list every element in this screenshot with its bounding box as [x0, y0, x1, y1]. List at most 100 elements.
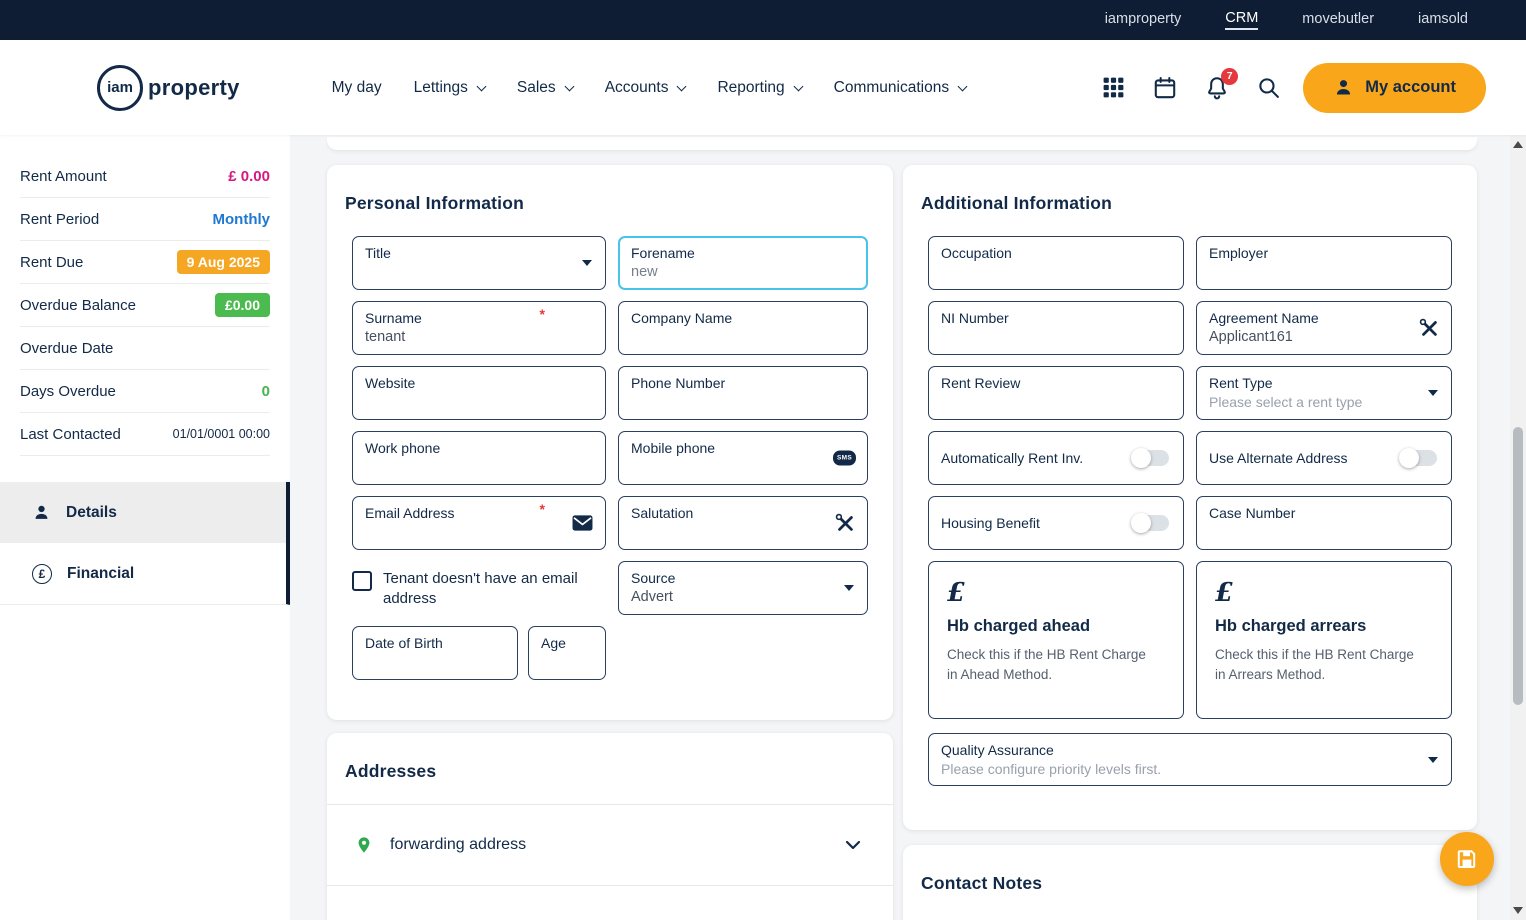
nav-reporting[interactable]: Reporting	[717, 79, 804, 97]
stat-label: Overdue Balance	[20, 296, 136, 314]
occupation-field[interactable]: Occupation	[928, 236, 1184, 290]
envelope-icon	[571, 514, 594, 533]
auto-rent-invoice-toggle[interactable]	[1131, 448, 1169, 468]
toggle-knob	[1131, 448, 1151, 468]
nav-communications[interactable]: Communications	[833, 78, 968, 97]
toggle-knob	[1131, 513, 1151, 533]
chevron-down-icon	[564, 81, 575, 91]
dropdown-caret-icon	[844, 585, 854, 591]
sidebar-menu: Details £ Financial	[0, 482, 290, 605]
employer-field[interactable]: Employer	[1196, 236, 1452, 290]
page-scrollbar[interactable]	[1510, 135, 1526, 920]
field-label: Email Address	[365, 505, 455, 521]
field-label: Mobile phone	[631, 440, 716, 456]
field-label: Phone Number	[631, 375, 726, 391]
topbar-link-iamsold[interactable]: iamsold	[1418, 11, 1468, 29]
tools-icon	[834, 512, 856, 534]
work-phone-field[interactable]: Work phone	[352, 431, 606, 485]
use-alternate-address-toggle[interactable]	[1399, 448, 1437, 468]
stat-label: Last Contacted	[20, 425, 121, 443]
housing-benefit-toggle[interactable]	[1131, 513, 1169, 533]
calendar-icon[interactable]	[1152, 75, 1178, 101]
website-field[interactable]: Website	[352, 366, 606, 420]
hb-charged-ahead-card[interactable]: £ Hb charged ahead Check this if the HB …	[928, 561, 1184, 719]
pound-symbol: £	[947, 578, 966, 608]
chevron-down-icon	[793, 81, 804, 91]
topbar-link-crm[interactable]: CRM	[1225, 10, 1259, 30]
scrollbar-thumb[interactable]	[1513, 427, 1523, 705]
nav-accounts[interactable]: Accounts	[604, 78, 687, 97]
forename-value: new	[631, 264, 658, 280]
field-label: NI Number	[941, 310, 1009, 326]
scrollbar-down-arrow[interactable]	[1513, 907, 1523, 914]
location-pin-icon	[355, 834, 373, 856]
person-icon	[32, 503, 51, 522]
forwarding-address-row[interactable]: forwarding address	[327, 804, 893, 886]
my-account-label: My account	[1365, 78, 1456, 96]
additional-information-card: Additional Information Occupation Employ…	[903, 165, 1477, 830]
title-field[interactable]: Title	[352, 236, 606, 290]
sidebar-item-financial[interactable]: £ Financial	[0, 543, 286, 604]
rent-type-field[interactable]: Rent Type Please select a rent type	[1196, 366, 1452, 420]
field-label: Agreement Name	[1209, 310, 1319, 326]
pound-icon: £	[32, 563, 52, 584]
tools-icon	[1418, 317, 1440, 339]
no-email-checkbox[interactable]	[352, 571, 372, 591]
forename-field[interactable]: Forename new	[618, 236, 868, 290]
nav-sales[interactable]: Sales	[516, 78, 575, 97]
nav-lettings[interactable]: Lettings	[414, 79, 487, 97]
stat-overdue-date: Overdue Date	[20, 327, 270, 370]
agreement-name-field[interactable]: Agreement Name Applicant161	[1196, 301, 1452, 355]
email-address-field[interactable]: Email Address *	[352, 496, 606, 550]
dropdown-caret-icon	[1428, 756, 1438, 763]
company-name-field[interactable]: Company Name	[618, 301, 868, 355]
chevron-down-icon	[677, 81, 687, 91]
hb-charged-arrears-card[interactable]: £ Hb charged arrears Check this if the H…	[1196, 561, 1452, 719]
chevron-down-icon[interactable]	[841, 833, 865, 857]
salutation-field[interactable]: Salutation	[618, 496, 868, 550]
mobile-phone-field[interactable]: Mobile phone SMS	[618, 431, 868, 485]
nav-label: Sales	[516, 78, 556, 96]
nav-my-day[interactable]: My day	[332, 79, 382, 97]
top-bar: iamproperty CRM movebutler iamsold	[0, 0, 1526, 40]
date-of-birth-field[interactable]: Date of Birth	[352, 626, 518, 680]
phone-number-field[interactable]: Phone Number	[618, 366, 868, 420]
notifications-bell-icon[interactable]: 7	[1204, 67, 1239, 101]
stat-rent-due: Rent Due 9 Aug 2025	[20, 241, 270, 284]
source-field[interactable]: Source Advert	[618, 561, 868, 615]
personal-information-title: Personal Information	[345, 193, 525, 213]
case-number-field[interactable]: Case Number	[1196, 496, 1452, 550]
apps-grid-icon[interactable]	[1101, 75, 1126, 100]
sms-icon: SMS	[833, 450, 856, 466]
topbar-link-iamproperty[interactable]: iamproperty	[1105, 11, 1182, 29]
rent-review-field[interactable]: Rent Review	[928, 366, 1184, 420]
surname-field[interactable]: Surname tenant *	[352, 301, 606, 355]
stat-value: 0	[261, 382, 270, 400]
age-field[interactable]: Age	[528, 626, 606, 680]
rent-type-placeholder: Please select a rent type	[1209, 394, 1363, 410]
field-label: Occupation	[941, 245, 1012, 261]
ni-number-field[interactable]: NI Number	[928, 301, 1184, 355]
addresses-card: Addresses forwarding address	[327, 733, 893, 920]
surname-value: tenant	[365, 329, 406, 345]
stat-label: Days Overdue	[20, 382, 116, 400]
field-label: Company Name	[631, 310, 733, 326]
addresses-title: Addresses	[345, 761, 437, 781]
no-email-checkbox-row[interactable]: Tenant doesn't have an email address	[352, 561, 606, 615]
pound-symbol: £	[1215, 578, 1234, 608]
nav-label: Communications	[833, 78, 950, 96]
scrollbar-up-arrow[interactable]	[1513, 141, 1523, 148]
sidebar-item-details[interactable]: Details	[0, 482, 286, 543]
search-icon[interactable]	[1256, 75, 1281, 100]
quality-assurance-field[interactable]: Quality Assurance Please configure prior…	[928, 733, 1452, 786]
iamproperty-logo[interactable]: iam property	[97, 64, 240, 111]
scrolled-card-edge	[327, 137, 1477, 150]
my-account-button[interactable]: My account	[1303, 62, 1486, 113]
field-label: Date of Birth	[365, 635, 443, 651]
contact-notes-card: Contact Notes	[903, 845, 1477, 920]
housing-benefit-field: Housing Benefit	[928, 496, 1184, 550]
save-button[interactable]	[1440, 832, 1494, 886]
topbar-link-movebutler[interactable]: movebutler	[1302, 11, 1374, 29]
nav-label: Accounts	[604, 78, 669, 96]
additional-information-title: Additional Information	[921, 193, 1113, 213]
